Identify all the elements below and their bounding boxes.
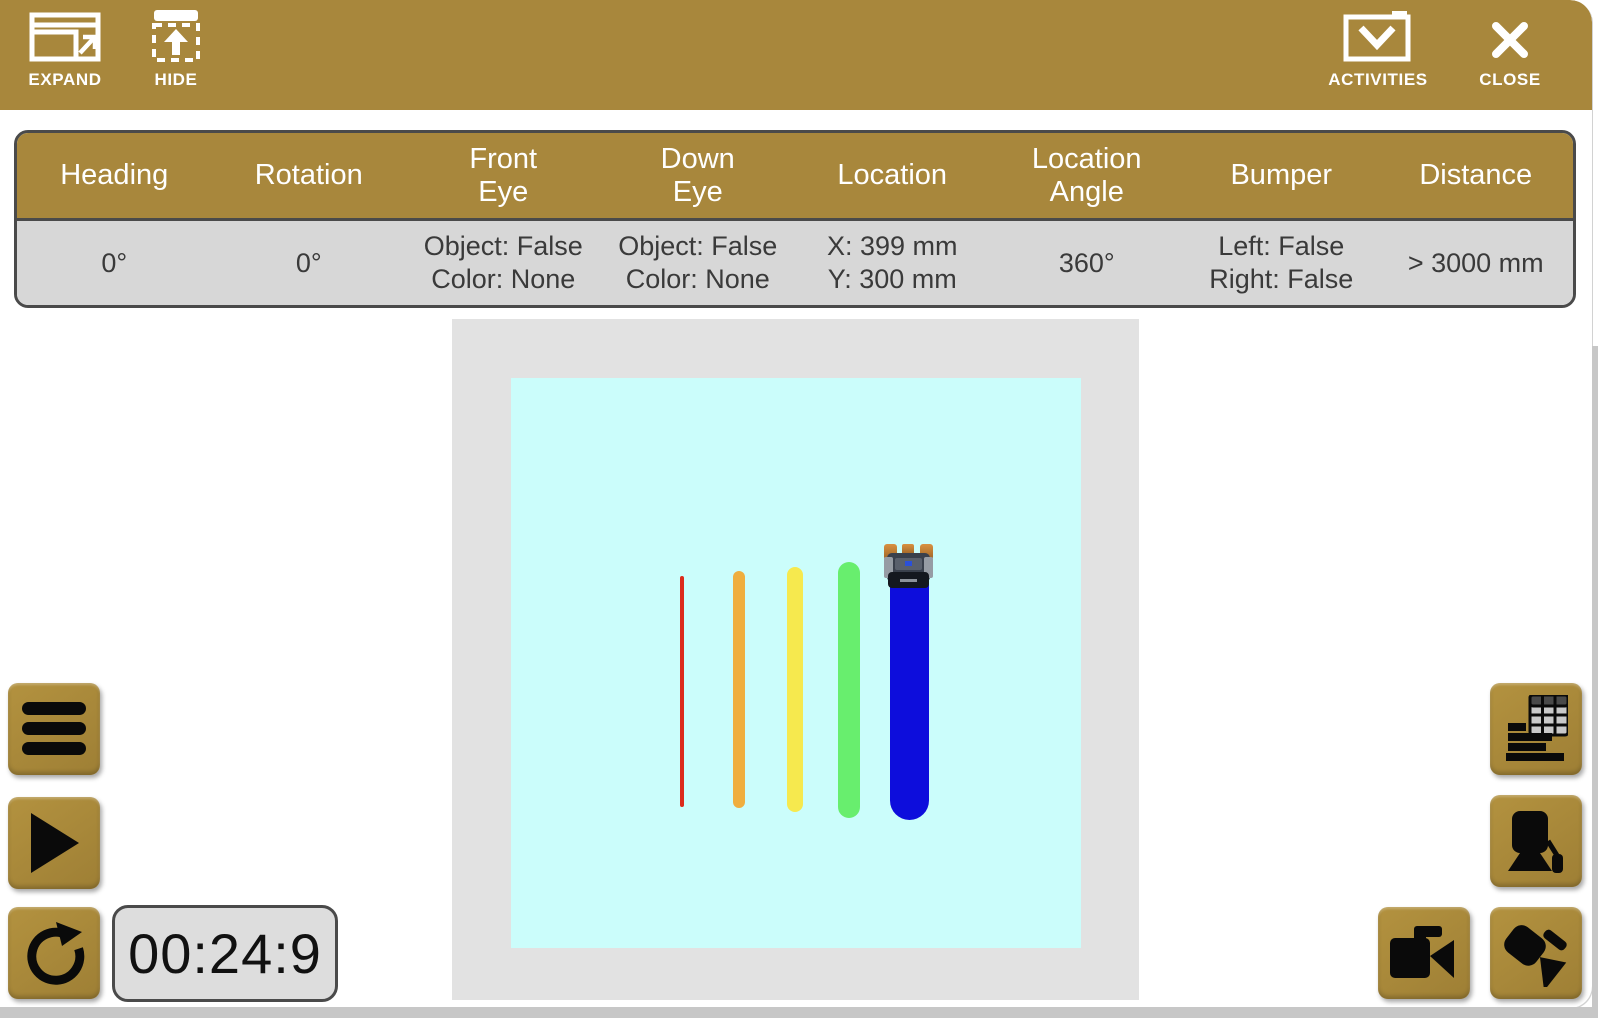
expand-button[interactable]: EXPAND: [22, 10, 108, 90]
sensor-table: HeadingRotationFrontEyeDownEyeLocationLo…: [14, 130, 1576, 308]
table-header-distance: Distance: [1379, 133, 1574, 218]
activities-button[interactable]: ACTIVITIES: [1318, 10, 1438, 90]
camera-top-view-icon: [1504, 809, 1568, 873]
table-header-location-angle: LocationAngle: [990, 133, 1185, 218]
sensor-dashboard-button[interactable]: [1490, 683, 1582, 775]
close-label: CLOSE: [1479, 70, 1541, 90]
green-line: [838, 562, 860, 818]
red-line: [680, 576, 684, 807]
play-icon: [27, 813, 81, 873]
sensor-dashboard-icon: [1504, 695, 1568, 763]
table-header-front-eye: FrontEye: [406, 133, 601, 218]
robot[interactable]: [884, 544, 933, 589]
hide-panel-icon: [150, 10, 202, 62]
menu-button[interactable]: [8, 683, 100, 775]
timer-value: 00:24:9: [128, 921, 322, 986]
orange-line: [733, 571, 745, 808]
expand-label: EXPAND: [28, 70, 101, 90]
yellow-line: [787, 567, 803, 812]
table-header-rotation: Rotation: [212, 133, 407, 218]
app-window: EXPAND HIDE ACTIVITIES: [0, 0, 1592, 1008]
table-cell-location: X: 399 mmY: 300 mm: [795, 221, 990, 305]
table-cell-location-angle: 360°: [990, 221, 1185, 305]
table-header-down-eye: DownEye: [601, 133, 796, 218]
table-cell-front-eye: Object: FalseColor: None: [406, 221, 601, 305]
expand-window-icon: [29, 10, 101, 62]
vertical-scrollbar[interactable]: [1592, 346, 1598, 1007]
table-header-bumper: Bumper: [1184, 133, 1379, 218]
activities-label: ACTIVITIES: [1328, 70, 1428, 90]
close-icon: [1488, 10, 1532, 62]
table-header-heading: Heading: [17, 133, 212, 218]
table-header-location: Location: [795, 133, 990, 218]
robot-bumper-label: [900, 579, 917, 582]
table-cell-bumper: Left: FalseRight: False: [1184, 221, 1379, 305]
free-camera-icon: [1502, 919, 1570, 987]
sensor-table-header-row: HeadingRotationFrontEyeDownEyeLocationLo…: [17, 133, 1573, 221]
blue-line: [890, 558, 929, 820]
reset-button[interactable]: [8, 907, 100, 999]
menu-icon: [21, 701, 87, 757]
close-button[interactable]: CLOSE: [1472, 10, 1548, 90]
activities-icon: [1342, 10, 1414, 62]
hide-button[interactable]: HIDE: [146, 10, 206, 90]
video-camera-button[interactable]: [1378, 907, 1470, 999]
free-camera-button[interactable]: [1490, 907, 1582, 999]
table-cell-heading: 0°: [17, 221, 212, 305]
reset-icon: [22, 921, 86, 985]
timer-display: 00:24:9: [112, 905, 338, 1002]
video-camera-icon: [1390, 926, 1458, 980]
camera-top-view-button[interactable]: [1490, 795, 1582, 887]
table-cell-rotation: 0°: [212, 221, 407, 305]
top-toolbar: EXPAND HIDE ACTIVITIES: [0, 0, 1592, 110]
table-cell-down-eye: Object: FalseColor: None: [601, 221, 796, 305]
table-cell-distance: > 3000 mm: [1379, 221, 1574, 305]
play-button[interactable]: [8, 797, 100, 889]
hide-label: HIDE: [154, 70, 197, 90]
robot-led: [905, 561, 912, 566]
sensor-table-value-row: 0°0°Object: FalseColor: NoneObject: Fals…: [17, 221, 1573, 305]
horizontal-scrollbar[interactable]: [0, 1007, 1598, 1018]
